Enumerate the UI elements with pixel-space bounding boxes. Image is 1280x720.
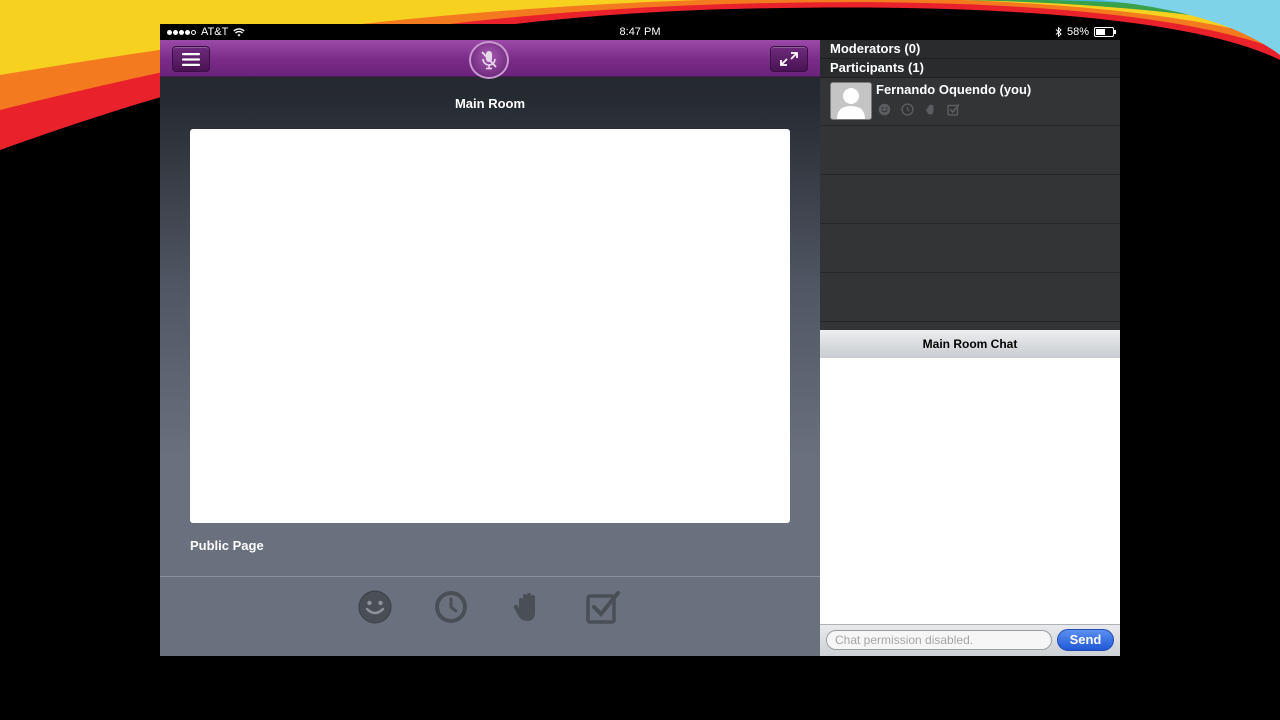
raised-hand-icon [923, 102, 938, 117]
chat-messages-area[interactable] [820, 358, 1120, 624]
checkbox-icon [946, 102, 961, 117]
checkbox-icon [586, 591, 620, 624]
bluetooth-icon [1055, 27, 1062, 37]
clock-icon [900, 102, 915, 117]
expand-arrows-icon [780, 52, 798, 66]
smiley-icon [877, 102, 892, 117]
menu-button[interactable] [172, 46, 210, 72]
hamburger-menu-icon [182, 52, 200, 66]
microphone-toggle-button[interactable] [469, 41, 509, 79]
battery-icon [1094, 27, 1116, 37]
chat-input[interactable] [826, 630, 1052, 650]
ipad-screen: AT&T 8:47 PM 58% Main Room Public Page M… [160, 24, 1120, 656]
send-button[interactable]: Send [1057, 629, 1114, 651]
chat-input-bar: Send [820, 624, 1120, 656]
microphone-muted-icon [481, 51, 497, 70]
main-room-panel: Main Room Public Page [160, 40, 820, 656]
top-toolbar [160, 40, 820, 79]
chat-title: Main Room Chat [820, 330, 1120, 358]
emoji-status-button[interactable] [357, 589, 393, 625]
person-silhouette-icon [831, 83, 871, 119]
away-status-button[interactable] [433, 589, 469, 625]
presentation-whiteboard[interactable] [190, 129, 790, 523]
status-action-bar [160, 576, 820, 656]
moderators-header: Moderators (0) [820, 40, 1120, 59]
participants-header: Participants (1) [820, 59, 1120, 78]
raised-hand-icon [513, 593, 535, 621]
empty-list-row [820, 126, 1120, 175]
participant-row[interactable]: Fernando Oquendo (you) [820, 77, 1120, 126]
empty-list-row [820, 175, 1120, 224]
participant-name: Fernando Oquendo (you) [876, 82, 1032, 97]
clock-time: 8:47 PM [619, 26, 661, 38]
battery-percent: 58% [1066, 26, 1089, 38]
expand-button[interactable] [770, 46, 808, 72]
empty-list-row [820, 224, 1120, 273]
smiley-icon [358, 590, 392, 624]
page-label: Public Page [190, 538, 264, 553]
room-title: Main Room [454, 96, 526, 111]
empty-list-row [820, 273, 1120, 322]
status-bar: AT&T 8:47 PM 58% [160, 24, 1120, 40]
agree-status-button[interactable] [585, 589, 621, 625]
clock-icon [435, 591, 467, 623]
raise-hand-button[interactable] [509, 589, 545, 625]
avatar [830, 82, 872, 120]
